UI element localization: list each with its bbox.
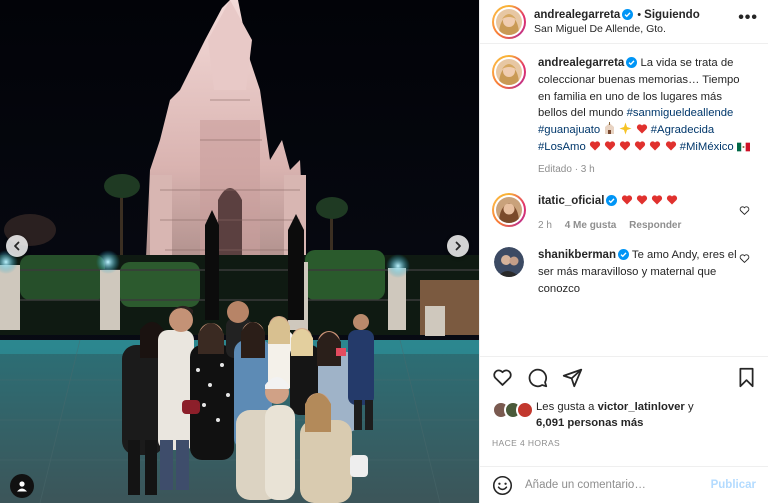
hashtag-link[interactable]: #LosAmo — [538, 141, 586, 153]
author-avatar-image — [496, 8, 522, 35]
heart-emoji-icon — [621, 194, 632, 205]
tagged-users-button[interactable] — [10, 474, 34, 498]
heart-emoji-icon — [636, 124, 647, 134]
commenter-avatar-image — [496, 196, 522, 223]
caption-avatar[interactable] — [492, 55, 526, 89]
heart-emoji-icon — [635, 141, 646, 151]
comment-button[interactable] — [527, 367, 548, 388]
post-location[interactable]: San Miguel De Allende, Gto. — [534, 22, 700, 36]
comment-icon — [528, 368, 548, 387]
add-comment-bar: Publicar — [480, 466, 768, 503]
comment-item: itatic_oficial 2 h 4 Me gusta Responder — [492, 192, 756, 236]
heart-icon — [493, 369, 512, 386]
reply-button[interactable]: Responder — [629, 220, 681, 231]
caption-avatar-image — [496, 59, 522, 85]
comment-time[interactable]: 2 h — [538, 220, 552, 231]
paper-plane-icon — [562, 368, 583, 387]
publish-button[interactable]: Publicar — [711, 479, 756, 491]
likes-count[interactable]: 6,091 personas más — [536, 417, 643, 429]
hearts-emoji-group — [589, 141, 680, 153]
heart-emoji-icon — [636, 194, 647, 205]
photo-parroquia-group — [0, 0, 479, 503]
caption-edited-time: Editado · 3 h — [538, 163, 595, 175]
hashtag-link[interactable]: #MiMéxico — [680, 141, 734, 153]
heart-emoji-icon — [604, 141, 616, 151]
chevron-right-icon — [455, 241, 461, 251]
heart-emoji-icon — [665, 141, 676, 151]
emoji-picker-button[interactable] — [492, 475, 513, 496]
caption-username[interactable]: andrealegarreta — [538, 57, 624, 69]
commenter-avatar[interactable] — [494, 247, 524, 278]
like-comment-heart-icon[interactable] — [739, 253, 750, 264]
caption: andrealegarreta La vida se trata de cole… — [492, 55, 756, 179]
chevron-left-icon — [14, 241, 20, 251]
author-avatar[interactable] — [492, 4, 526, 39]
hashtag-link[interactable]: #Agradecida — [651, 124, 714, 136]
smiley-icon — [492, 475, 513, 495]
post-sidebar: andrealegarreta • Siguiendo San Miguel De … — [479, 0, 768, 503]
hearts-emoji-group — [621, 194, 678, 207]
sparkles-emoji-icon — [619, 122, 632, 135]
save-button[interactable] — [737, 367, 756, 388]
author-username[interactable]: andrealegarreta — [534, 9, 620, 21]
hashtag-link[interactable]: #sanmigueldeallende — [627, 107, 734, 119]
separator-dot: • — [637, 8, 642, 21]
commenter-username[interactable]: shanikberman — [538, 249, 616, 261]
like-comment-heart-icon[interactable] — [739, 205, 750, 216]
post-header: andrealegarreta • Siguiendo San Miguel De … — [480, 0, 768, 44]
post-actions: Les gusta a victor_latinlover y 6,091 pe… — [480, 356, 768, 448]
likes-connector: y — [687, 401, 694, 413]
more-options-button[interactable]: ••• — [738, 9, 758, 27]
mexico-flag-emoji-icon — [736, 142, 750, 152]
hashtag-link[interactable]: #guanajuato — [538, 124, 600, 136]
heart-emoji-icon — [620, 141, 631, 151]
comment-item: shanikberman Te amo Andy, eres el ser má… — [492, 247, 756, 297]
comment-likes-count[interactable]: 4 Me gusta — [565, 220, 617, 231]
likes-summary: Les gusta a victor_latinlover y 6,091 pe… — [492, 399, 756, 431]
bookmark-icon — [739, 367, 754, 387]
likers-avatars[interactable] — [492, 401, 542, 419]
photo-next-button[interactable] — [447, 235, 469, 257]
post-photo[interactable] — [0, 0, 479, 503]
share-button[interactable] — [562, 367, 583, 388]
commenter-username[interactable]: itatic_oficial — [538, 195, 604, 207]
comments-section: andrealegarreta La vida se trata de cole… — [480, 45, 768, 355]
liker-username[interactable]: victor_latinlover — [598, 401, 685, 413]
heart-emoji-icon — [650, 141, 661, 151]
likes-prefix: Les gusta a — [536, 401, 595, 413]
heart-emoji-icon — [589, 141, 600, 151]
verified-badge-icon — [606, 194, 618, 206]
verified-badge-icon — [622, 8, 634, 20]
heart-emoji-icon — [651, 194, 662, 205]
verified-badge-icon — [617, 249, 629, 261]
church-emoji-icon — [605, 122, 615, 135]
user-icon — [17, 481, 27, 492]
heart-emoji-icon — [666, 194, 678, 205]
comment-input[interactable] — [525, 479, 711, 491]
like-button[interactable] — [492, 367, 513, 388]
following-button[interactable]: Siguiendo — [644, 9, 700, 21]
photo-prev-button[interactable] — [6, 235, 28, 257]
commenter-avatar[interactable] — [492, 192, 526, 227]
post-time[interactable]: HACE 4 HORAS — [492, 438, 756, 448]
verified-badge-icon — [626, 57, 638, 68]
